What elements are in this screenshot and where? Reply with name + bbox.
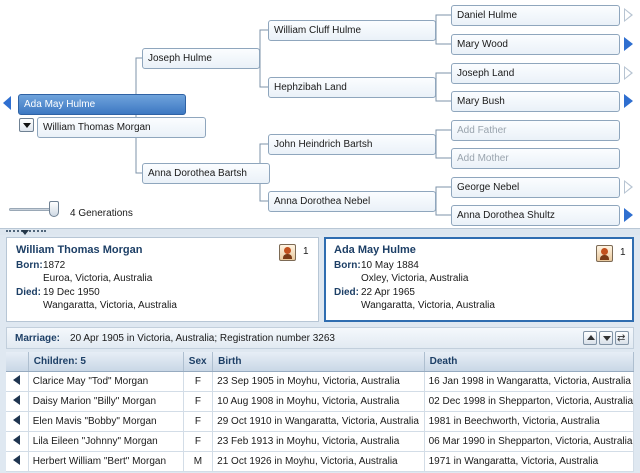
family-panel: William Thomas Morgan Born: 1872 Euroa, V…: [0, 235, 640, 473]
navigate-child-arrow[interactable]: [6, 431, 29, 452]
child-death: 06 Mar 1990 in Shepparton, Victoria, Aus…: [424, 431, 635, 452]
child-sex: F: [183, 391, 214, 412]
husband-card[interactable]: William Thomas Morgan Born: 1872 Euroa, V…: [6, 237, 319, 322]
pedigree-great-grandparent-7[interactable]: George Nebel: [451, 177, 620, 198]
child-death: 1971 in Wangaratta, Victoria, Australia: [424, 451, 635, 472]
pedigree-great-grandparent-8[interactable]: Anna Dorothea Shultz: [451, 205, 620, 226]
pedigree-great-grandparent-3[interactable]: Joseph Land: [451, 63, 620, 84]
header-arrow-column: [6, 352, 29, 372]
move-down-button[interactable]: [599, 331, 613, 345]
husband-born-date: 1872: [43, 260, 66, 271]
add-father-button[interactable]: Add Father: [451, 120, 620, 141]
navigate-back-arrow-icon[interactable]: [3, 96, 11, 110]
navigate-child-arrow[interactable]: [6, 451, 29, 472]
died-label: Died:: [16, 287, 41, 298]
navigate-child-arrow[interactable]: [6, 371, 29, 392]
pedigree-great-grandparent-1[interactable]: Daniel Hulme: [451, 5, 620, 26]
marriage-bar[interactable]: Marriage: 20 Apr 1905 in Victoria, Austra…: [6, 327, 634, 350]
left-arrow-icon: [13, 374, 21, 385]
table-row[interactable]: Herbert William "Bert" Morgan M 21 Oct 1…: [6, 451, 635, 472]
children-table: Children: 5 Sex Birth Death Clarice May …: [6, 352, 635, 472]
marriage-label: Marriage:: [15, 333, 61, 344]
wife-card[interactable]: Ada May Hulme Born: 10 May 1884 Oxley, Vi…: [324, 237, 634, 322]
expand-ancestors-icon[interactable]: [624, 208, 633, 222]
pedigree-spouse[interactable]: William Thomas Morgan: [37, 117, 206, 138]
expand-ancestors-icon[interactable]: [624, 180, 633, 194]
marriage-value: 20 Apr 1905 in Victoria, Australia; Regi…: [70, 333, 335, 344]
expand-ancestors-icon[interactable]: [624, 66, 633, 80]
pedigree-view: Ada May Hulme William Thomas Morgan Jose…: [0, 0, 640, 229]
born-label: Born:: [16, 260, 43, 271]
navigate-child-arrow[interactable]: [6, 391, 29, 412]
husband-name[interactable]: William Thomas Morgan: [16, 244, 318, 256]
child-sex: F: [183, 431, 214, 452]
table-row[interactable]: Elen Mavis "Bobby" Morgan F 29 Oct 1910 …: [6, 411, 635, 432]
wife-count: 1: [620, 247, 626, 258]
panel-splitter[interactable]: [0, 228, 640, 235]
generations-slider-thumb[interactable]: [49, 201, 59, 217]
child-sex: F: [183, 411, 214, 432]
header-death[interactable]: Death: [424, 352, 635, 372]
husband-died-place: Wangaratta, Victoria, Australia: [43, 300, 177, 311]
child-death: 16 Jan 1998 in Wangaratta, Victoria, Aus…: [424, 371, 635, 392]
left-arrow-icon: [13, 434, 21, 445]
table-row[interactable]: Daisy Marion "Billy" Morgan F 10 Aug 190…: [6, 391, 635, 412]
child-name: Herbert William "Bert" Morgan: [28, 451, 184, 472]
header-sex[interactable]: Sex: [183, 352, 214, 372]
pedigree-root-person[interactable]: Ada May Hulme: [18, 94, 186, 115]
wife-died-place: Wangaratta, Victoria, Australia: [361, 300, 495, 311]
child-name: Elen Mavis "Bobby" Morgan: [28, 411, 184, 432]
swap-button[interactable]: [615, 328, 629, 350]
table-row[interactable]: Clarice May "Tod" Morgan F 23 Sep 1905 i…: [6, 371, 635, 392]
header-children[interactable]: Children: 5: [28, 352, 184, 372]
children-header-row: Children: 5 Sex Birth Death: [6, 352, 635, 372]
pedigree-great-grandparent-4[interactable]: Mary Bush: [451, 91, 620, 112]
pedigree-father[interactable]: Joseph Hulme: [142, 48, 260, 69]
child-name: Lila Eileen "Johnny" Morgan: [28, 431, 184, 452]
child-birth: 10 Aug 1908 in Moyhu, Victoria, Australi…: [212, 391, 425, 412]
add-mother-button[interactable]: Add Mother: [451, 148, 620, 169]
wife-died-date: 22 Apr 1965: [361, 287, 415, 298]
expand-ancestors-icon[interactable]: [624, 8, 633, 22]
child-name: Clarice May "Tod" Morgan: [28, 371, 184, 392]
expand-ancestors-icon[interactable]: [624, 37, 633, 51]
child-birth: 23 Feb 1913 in Moyhu, Victoria, Australi…: [212, 431, 425, 452]
husband-born-place: Euroa, Victoria, Australia: [43, 273, 153, 284]
died-label: Died:: [334, 287, 359, 298]
born-label: Born:: [334, 260, 361, 271]
expand-ancestors-icon[interactable]: [624, 94, 633, 108]
child-birth: 29 Oct 1910 in Wangaratta, Victoria, Aus…: [212, 411, 425, 432]
pedigree-paternal-grandfather[interactable]: William Cluff Hulme: [268, 20, 436, 41]
left-arrow-icon: [13, 394, 21, 405]
child-death: 1981 in Beechworth, Victoria, Australia: [424, 411, 635, 432]
table-row[interactable]: Lila Eileen "Johnny" Morgan F 23 Feb 191…: [6, 431, 635, 452]
spouse-dropdown-button[interactable]: [19, 118, 34, 132]
pedigree-mother[interactable]: Anna Dorothea Bartsh: [142, 163, 270, 184]
child-name: Daisy Marion "Billy" Morgan: [28, 391, 184, 412]
husband-count: 1: [303, 246, 309, 257]
wife-born-date: 10 May 1884: [361, 260, 419, 271]
wife-name[interactable]: Ada May Hulme: [334, 244, 632, 256]
left-arrow-icon: [13, 414, 21, 425]
move-up-button[interactable]: [583, 331, 597, 345]
child-sex: F: [183, 371, 214, 392]
male-person-icon[interactable]: [279, 244, 296, 261]
header-birth[interactable]: Birth: [212, 352, 425, 372]
female-person-icon[interactable]: [596, 245, 613, 262]
pedigree-great-grandparent-2[interactable]: Mary Wood: [451, 34, 620, 55]
wife-born-place: Oxley, Victoria, Australia: [361, 273, 469, 284]
child-birth: 23 Sep 1905 in Moyhu, Victoria, Australi…: [212, 371, 425, 392]
pedigree-maternal-grandfather[interactable]: John Heindrich Bartsh: [268, 134, 436, 155]
husband-died-date: 19 Dec 1950: [43, 287, 100, 298]
pedigree-paternal-grandmother[interactable]: Hephzibah Land: [268, 77, 436, 98]
child-birth: 21 Oct 1926 in Moyhu, Victoria, Australi…: [212, 451, 425, 472]
navigate-child-arrow[interactable]: [6, 411, 29, 432]
left-arrow-icon: [13, 454, 21, 465]
child-sex: M: [183, 451, 214, 472]
generations-label: 4 Generations: [70, 208, 133, 219]
child-death: 02 Dec 1998 in Shepparton, Victoria, Aus…: [424, 391, 635, 412]
pedigree-maternal-grandmother[interactable]: Anna Dorothea Nebel: [268, 191, 436, 212]
